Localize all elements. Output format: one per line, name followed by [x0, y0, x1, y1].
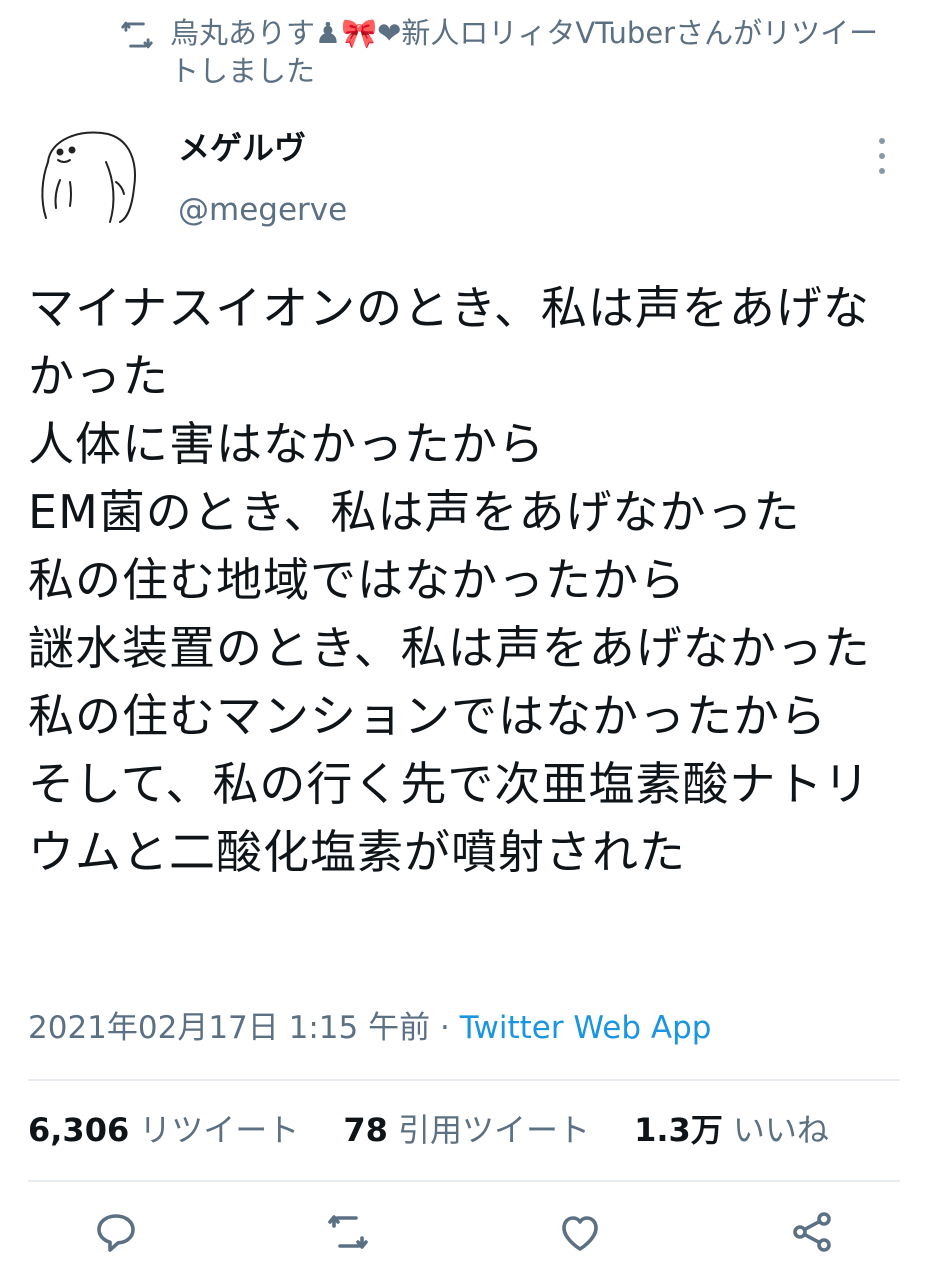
display-name[interactable]: メゲルヴ: [178, 128, 306, 168]
likes-stat[interactable]: 1.3万 いいね: [634, 1108, 829, 1152]
retweet-context-text: 烏丸ありす♟🎀❤新人ロリィタVTuberさんがリツイートしました: [170, 16, 879, 88]
tweet-meta: 2021年02月17日 1:15 午前 · Twitter Web App: [28, 1006, 711, 1050]
quotes-label: 引用ツイート: [397, 1111, 590, 1149]
tweet-text: マイナスイオンのとき、私は声をあげなかった 人体に害はなかったから EM菌のとき…: [28, 281, 871, 879]
retweet-context[interactable]: 烏丸ありす♟🎀❤新人ロリィタVTuberさんがリツイートしました: [118, 14, 898, 90]
reply-icon[interactable]: [92, 1208, 140, 1256]
share-icon[interactable]: [788, 1208, 836, 1256]
retweet-button-icon[interactable]: [324, 1208, 372, 1256]
likes-label: いいね: [732, 1111, 829, 1149]
action-bar: [0, 1208, 928, 1264]
likes-count: 1.3万: [634, 1111, 723, 1149]
divider: [28, 1180, 900, 1182]
tweet-source[interactable]: Twitter Web App: [460, 1010, 712, 1046]
retweet-icon: [118, 16, 156, 54]
retweets-label: リツイート: [139, 1111, 300, 1149]
tweet-stats: 6,306 リツイート 78 引用ツイート 1.3万 いいね: [28, 1108, 829, 1152]
divider: [28, 1079, 900, 1081]
retweets-stat[interactable]: 6,306 リツイート: [28, 1108, 299, 1152]
like-icon[interactable]: [556, 1208, 604, 1256]
quotes-stat[interactable]: 78 引用ツイート: [343, 1108, 590, 1152]
retweets-count: 6,306: [28, 1111, 130, 1149]
user-handle[interactable]: @megerve: [178, 190, 347, 230]
more-options-icon[interactable]: [862, 138, 902, 174]
quotes-count: 78: [343, 1111, 388, 1149]
avatar[interactable]: [30, 122, 142, 234]
meta-separator: ·: [430, 1010, 460, 1046]
tweet-timestamp[interactable]: 2021年02月17日 1:15 午前: [28, 1010, 430, 1046]
